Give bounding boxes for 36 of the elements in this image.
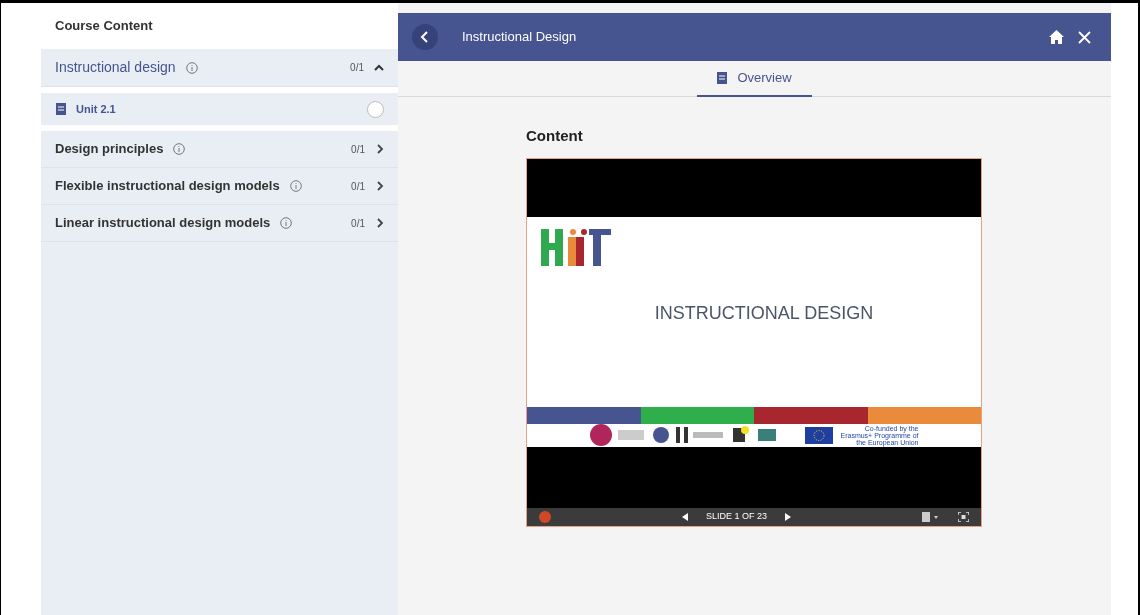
info-icon[interactable] bbox=[173, 143, 186, 155]
progress-count: 0/1 bbox=[351, 142, 365, 157]
slide-title: INSTRUCTIONAL DESIGN bbox=[654, 302, 874, 325]
powerpoint-icon bbox=[539, 510, 551, 523]
unit-item[interactable]: Unit 2.1 bbox=[41, 93, 398, 125]
info-icon[interactable] bbox=[280, 217, 293, 229]
progress-count: 0/1 bbox=[351, 179, 365, 194]
slide-counter: SLIDE 1 OF 23 bbox=[706, 509, 767, 523]
eu-flag-icon bbox=[804, 426, 833, 444]
header-title: Instructional Design bbox=[462, 28, 577, 47]
home-icon[interactable] bbox=[1049, 30, 1064, 44]
section-row[interactable]: Linear instructional design models 0/1 bbox=[41, 205, 398, 242]
document-icon bbox=[55, 102, 66, 116]
chevron-right-icon[interactable] bbox=[377, 218, 384, 228]
chevron-right-icon[interactable] bbox=[377, 181, 384, 191]
progress-count: 0/1 bbox=[350, 61, 364, 75]
next-slide-icon[interactable] bbox=[785, 512, 791, 521]
progress-count: 0/1 bbox=[351, 216, 365, 231]
notes-icon[interactable] bbox=[922, 511, 940, 522]
chevron-left-icon bbox=[420, 31, 430, 43]
sidebar-title: Course Content bbox=[55, 17, 153, 36]
info-icon[interactable] bbox=[185, 61, 198, 74]
chevron-right-icon[interactable] bbox=[377, 144, 384, 154]
university-seal-icon bbox=[589, 424, 612, 446]
logo-drawing bbox=[541, 228, 611, 266]
content-heading: Content bbox=[526, 126, 584, 146]
overview-tab[interactable]: Overview bbox=[697, 61, 812, 97]
section-row[interactable]: Design principles 0/1 bbox=[41, 131, 398, 168]
close-icon[interactable] bbox=[1078, 30, 1091, 44]
chevron-up-icon[interactable] bbox=[374, 64, 384, 71]
section-row[interactable]: Flexible instructional design models 0/1 bbox=[41, 168, 398, 205]
document-icon bbox=[717, 72, 728, 84]
fullscreen-icon[interactable] bbox=[958, 511, 969, 522]
info-icon[interactable] bbox=[289, 180, 302, 192]
back-button[interactable] bbox=[412, 24, 438, 50]
previous-slide-icon[interactable] bbox=[682, 512, 688, 521]
